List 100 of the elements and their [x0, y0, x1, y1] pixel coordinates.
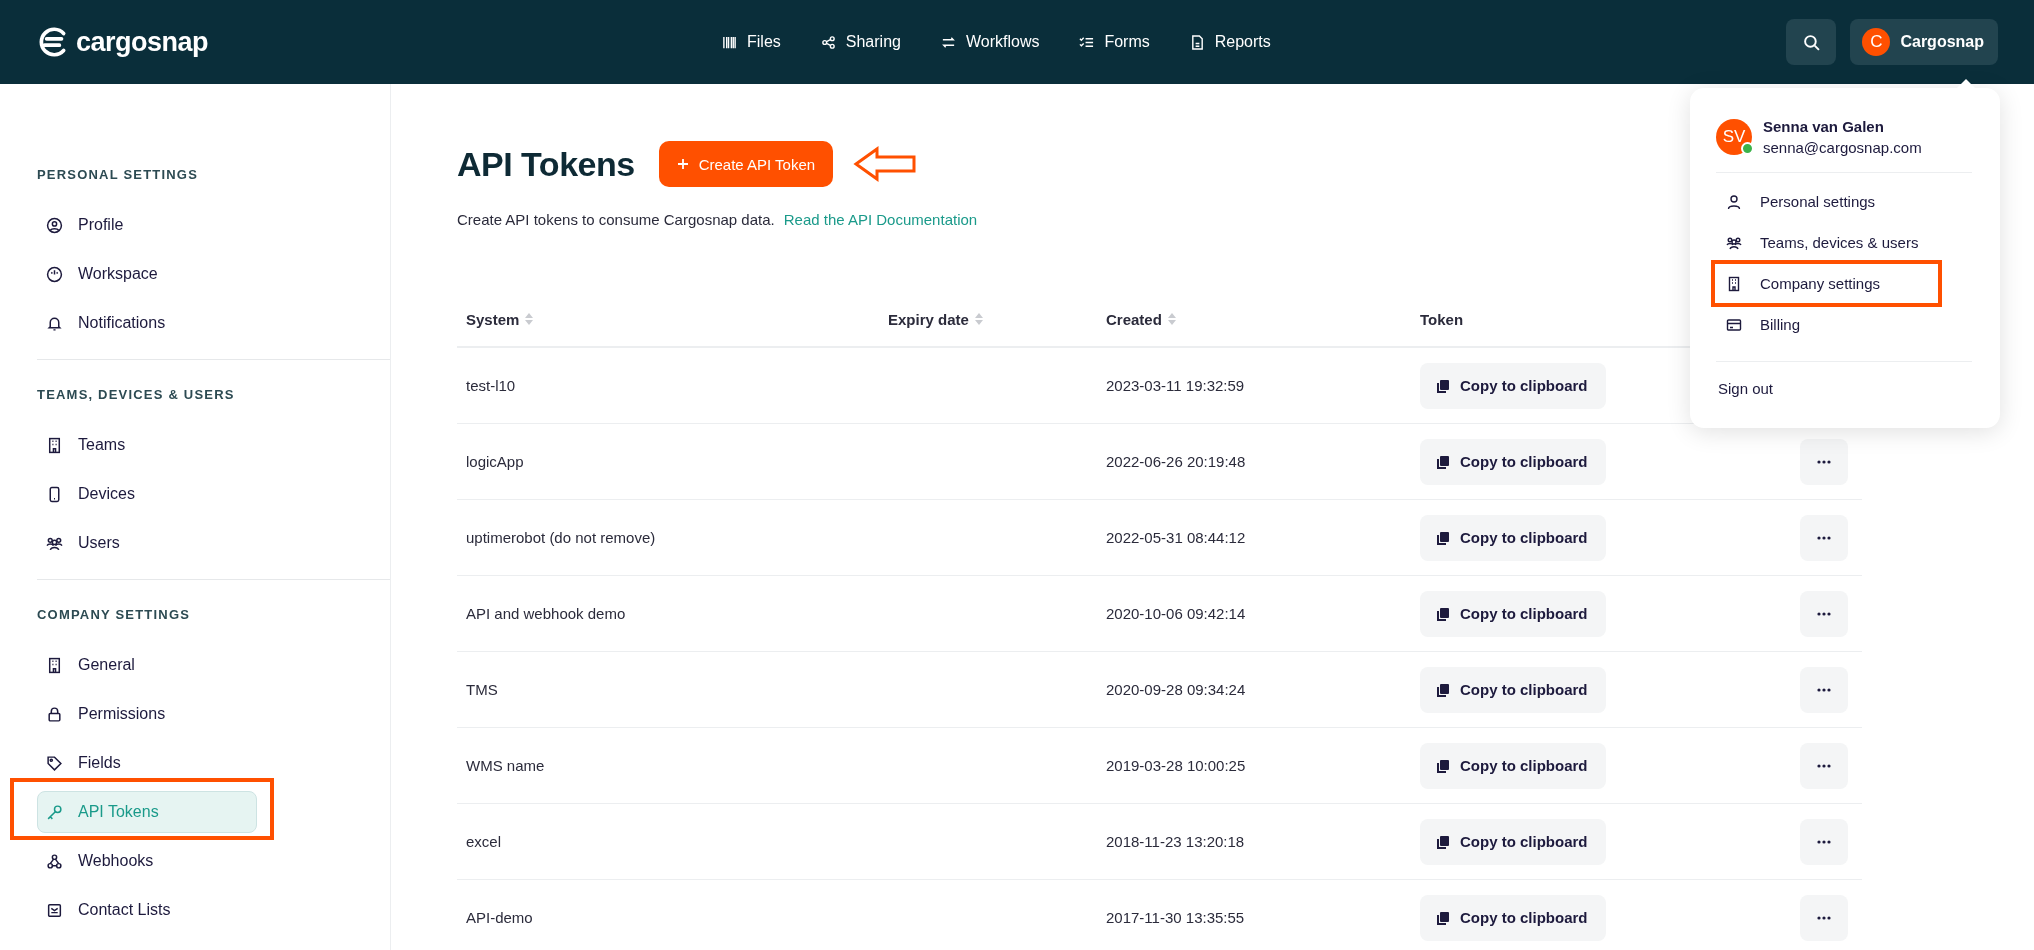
sign-out-link[interactable]: Sign out	[1716, 370, 1972, 406]
more-icon	[1817, 535, 1831, 540]
section-heading: TEAMS, DEVICES & USERS	[37, 386, 236, 404]
menu-item[interactable]: Company settings	[1716, 263, 1972, 304]
sidebar-item[interactable]: Workspace	[37, 253, 257, 295]
sidebar-item[interactable]: Users	[37, 522, 257, 564]
webhook-icon	[46, 852, 63, 870]
person-icon	[1726, 193, 1742, 210]
table-cell: 2022-06-26 20:19:48	[1106, 453, 1246, 470]
copy-icon	[1436, 910, 1450, 925]
dashboard-icon	[46, 265, 63, 283]
logo-text[interactable]: cargosnap	[76, 26, 209, 58]
menu-item[interactable]: Teams, devices & users	[1716, 222, 1972, 263]
avatar: C	[1862, 28, 1891, 56]
building-icon	[46, 656, 63, 674]
nav-link[interactable]: Workflows	[940, 33, 1040, 51]
sidebar-item[interactable]: Teams	[37, 424, 257, 466]
section-heading: COMPANY SETTINGS	[37, 606, 192, 624]
more-icon	[1817, 839, 1831, 844]
more-button[interactable]	[1800, 894, 1848, 941]
documentation-link[interactable]: Read the API Documentation	[783, 211, 978, 228]
building-icon	[1726, 275, 1742, 292]
plus-icon	[676, 158, 689, 170]
avatar: SV	[1716, 119, 1752, 155]
copy-icon	[1436, 758, 1450, 773]
sidebar-item[interactable]: Devices	[37, 473, 257, 515]
more-button[interactable]	[1800, 666, 1848, 713]
table-cell: 2017-11-30 13:35:55	[1106, 909, 1245, 926]
copy-icon	[1436, 682, 1450, 697]
column-header[interactable]: System	[466, 310, 534, 328]
table-cell: 2022-05-31 08:44:12	[1106, 529, 1246, 546]
table-cell: logicApp	[466, 453, 524, 470]
user-circle-icon	[46, 216, 63, 234]
bell-icon	[46, 314, 63, 332]
more-icon	[1817, 611, 1831, 616]
table-cell: WMS name	[466, 757, 545, 774]
sidebar-item[interactable]: General	[37, 644, 257, 686]
account-button[interactable]: C Cargosnap	[1850, 19, 1998, 65]
more-button[interactable]	[1800, 590, 1848, 637]
more-button[interactable]	[1800, 514, 1848, 561]
sidebar-item[interactable]: Profile	[37, 204, 257, 246]
copy-button[interactable]: Copy to clipboard	[1420, 362, 1606, 409]
table-cell: 2018-11-23 13:20:18	[1106, 833, 1245, 850]
menu-item[interactable]: Personal settings	[1716, 181, 1972, 222]
table-cell: 2019-03-28 10:00:25	[1106, 757, 1246, 774]
more-icon	[1817, 763, 1831, 768]
table-cell: API-demo	[466, 909, 533, 926]
envelope-icon	[46, 901, 63, 919]
copy-button[interactable]: Copy to clipboard	[1420, 742, 1606, 789]
sidebar-item[interactable]: Webhooks	[37, 840, 257, 882]
copy-icon	[1436, 530, 1450, 545]
page-title: API Tokens	[457, 144, 635, 184]
lock-icon	[46, 705, 63, 723]
nav-link[interactable]: Sharing	[820, 33, 901, 51]
table-cell: test-l10	[466, 377, 516, 394]
nav-link[interactable]: Reports	[1189, 33, 1271, 51]
sidebar-item[interactable]: Contact Lists	[37, 889, 257, 931]
column-header[interactable]: Created	[1106, 310, 1176, 328]
table-cell: TMS	[466, 681, 498, 698]
user-email: senna@cargosnap.com	[1763, 139, 1922, 156]
more-icon	[1817, 915, 1831, 920]
more-button[interactable]	[1800, 438, 1848, 485]
nav-link[interactable]: Forms	[1079, 33, 1150, 51]
user-name: Senna van Galen	[1763, 118, 1885, 135]
barcode-icon	[722, 34, 737, 50]
table-cell: 2020-10-06 09:42:14	[1106, 605, 1246, 622]
card-icon	[1726, 316, 1742, 333]
section-heading: PERSONAL SETTINGS	[37, 166, 199, 184]
copy-button[interactable]: Copy to clipboard	[1420, 894, 1606, 941]
table-cell: excel	[466, 833, 502, 850]
key-icon	[46, 803, 63, 821]
sidebar-item[interactable]: Notifications	[37, 302, 257, 344]
more-button[interactable]	[1800, 818, 1848, 865]
copy-icon	[1436, 378, 1450, 393]
table-cell: 2023-03-11 19:32:59	[1106, 377, 1245, 394]
copy-icon	[1436, 454, 1450, 469]
copy-button[interactable]: Copy to clipboard	[1420, 438, 1606, 485]
column-header[interactable]: Expiry date	[888, 310, 983, 328]
more-icon	[1817, 459, 1831, 464]
copy-button[interactable]: Copy to clipboard	[1420, 666, 1606, 713]
search-button[interactable]	[1786, 19, 1837, 65]
copy-button[interactable]: Copy to clipboard	[1420, 590, 1606, 637]
copy-button[interactable]: Copy to clipboard	[1420, 818, 1606, 865]
column-header: Token	[1420, 310, 1464, 328]
copy-icon	[1436, 834, 1450, 849]
nav-link[interactable]: Files	[722, 33, 781, 51]
table-cell: API and webhook demo	[466, 605, 626, 622]
table-cell: 2020-09-28 09:34:24	[1106, 681, 1246, 698]
copy-icon	[1436, 606, 1450, 621]
share-icon	[820, 34, 836, 50]
sidebar-item[interactable]: Fields	[37, 742, 257, 784]
description: Create API tokens to consume Cargosnap data.	[457, 211, 775, 228]
building-icon	[46, 436, 63, 454]
menu-item[interactable]: Billing	[1716, 304, 1972, 345]
copy-button[interactable]: Copy to clipboard	[1420, 514, 1606, 561]
more-icon	[1817, 687, 1831, 692]
document-icon	[1189, 34, 1205, 50]
more-button[interactable]	[1800, 742, 1848, 789]
search-icon	[1802, 33, 1820, 51]
sidebar-item[interactable]: Permissions	[37, 693, 257, 735]
